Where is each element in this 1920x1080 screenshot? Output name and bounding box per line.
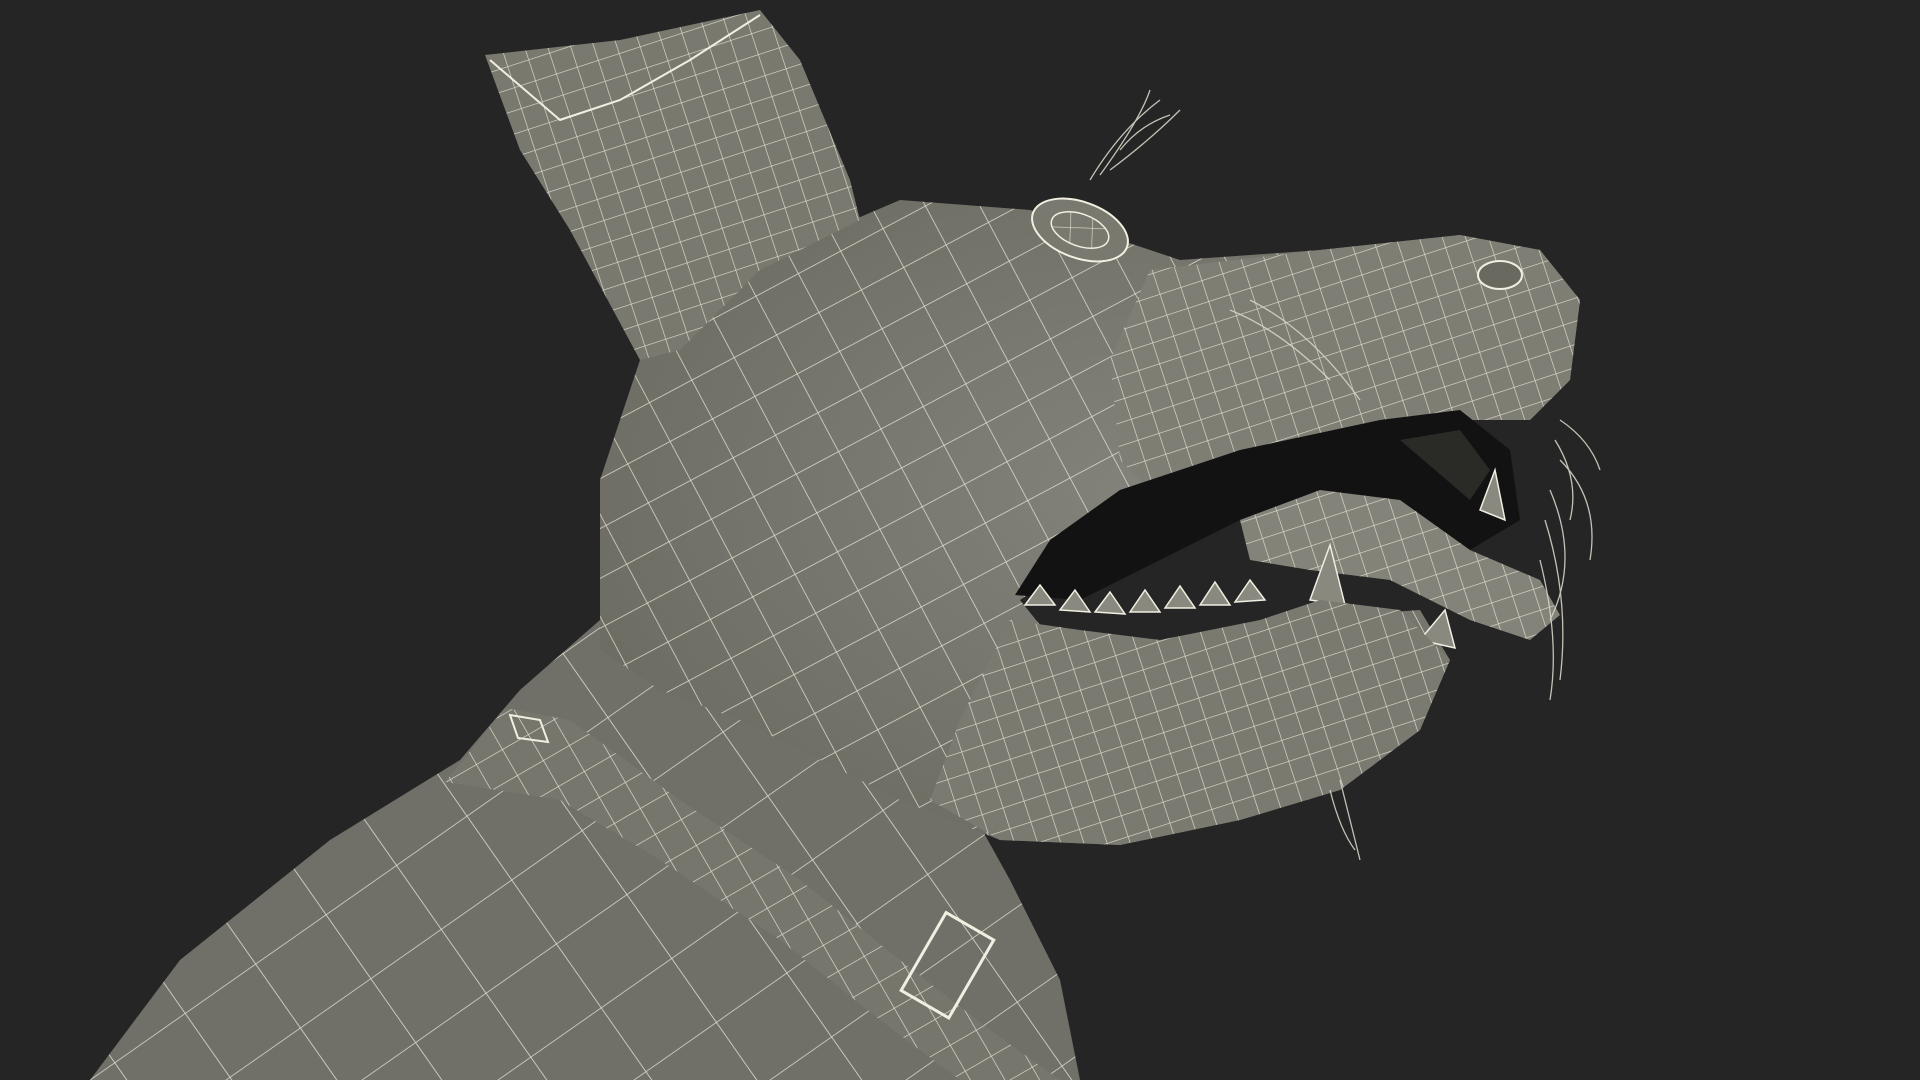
dog-lower-jaw [930, 600, 1450, 845]
dog-model-render [90, 10, 1601, 1080]
3d-viewport[interactable] [0, 0, 1920, 1080]
nostril [1477, 260, 1523, 290]
